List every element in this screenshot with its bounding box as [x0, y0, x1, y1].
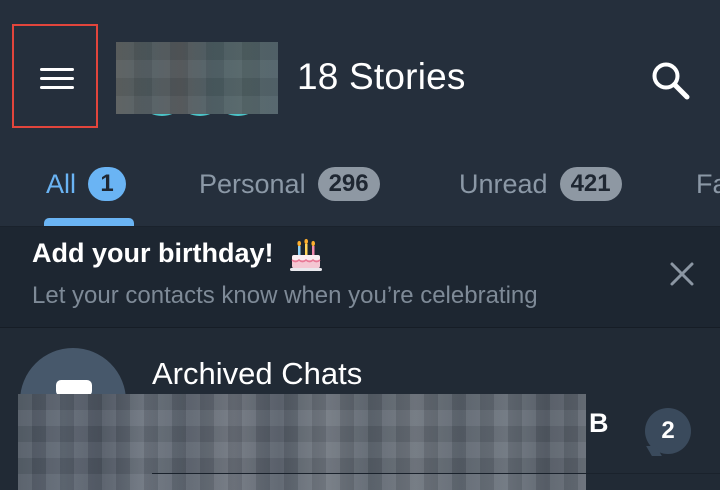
search-icon [652, 62, 690, 100]
stories-avatars[interactable] [116, 42, 278, 120]
birthday-cake-icon [290, 238, 322, 271]
tab-label: Fa [696, 168, 720, 199]
chat-list-screen: 18 Stories All 1 Personal 296 Unread 421… [0, 0, 720, 490]
banner-subtitle: Let your contacts know when you’re celeb… [32, 282, 538, 309]
tab-label: All [46, 168, 77, 199]
archive-box-icon [56, 380, 92, 396]
tab-personal[interactable]: Personal 296 [199, 164, 380, 204]
search-button[interactable] [648, 58, 694, 104]
chat-title: Archived Chats [152, 356, 363, 391]
dismiss-banner-button[interactable] [664, 256, 700, 292]
tab-count-badge: 421 [559, 167, 622, 201]
pixelated-redaction [116, 42, 278, 114]
menu-button[interactable] [12, 24, 98, 128]
tab-label: Unread [459, 168, 548, 199]
tab-count-badge: 296 [317, 167, 380, 201]
divider [152, 473, 720, 474]
tab-label: Personal [199, 168, 306, 199]
folder-tabs: All 1 Personal 296 Unread 421 Fa [0, 150, 720, 226]
tab-partial[interactable]: Fa [696, 164, 720, 204]
top-app-bar: 18 Stories [0, 0, 720, 150]
unread-count-badge: 2 [645, 408, 691, 454]
chat-preview-text: B [589, 408, 609, 438]
tab-unread[interactable]: Unread 421 [459, 164, 622, 204]
active-tab-indicator [44, 218, 134, 226]
pixelated-redaction [18, 394, 586, 490]
close-icon [670, 262, 694, 286]
tab-count-badge: 1 [88, 167, 127, 201]
birthday-banner[interactable]: Add your birthday! Let your contacts kno… [0, 226, 720, 328]
archived-chats-row[interactable]: Archived Chats B 2 [0, 328, 720, 490]
banner-title: Add your birthday! [32, 238, 274, 268]
page-title[interactable]: 18 Stories [297, 56, 466, 98]
hamburger-menu-icon [40, 68, 74, 90]
tab-all[interactable]: All 1 [46, 164, 127, 204]
